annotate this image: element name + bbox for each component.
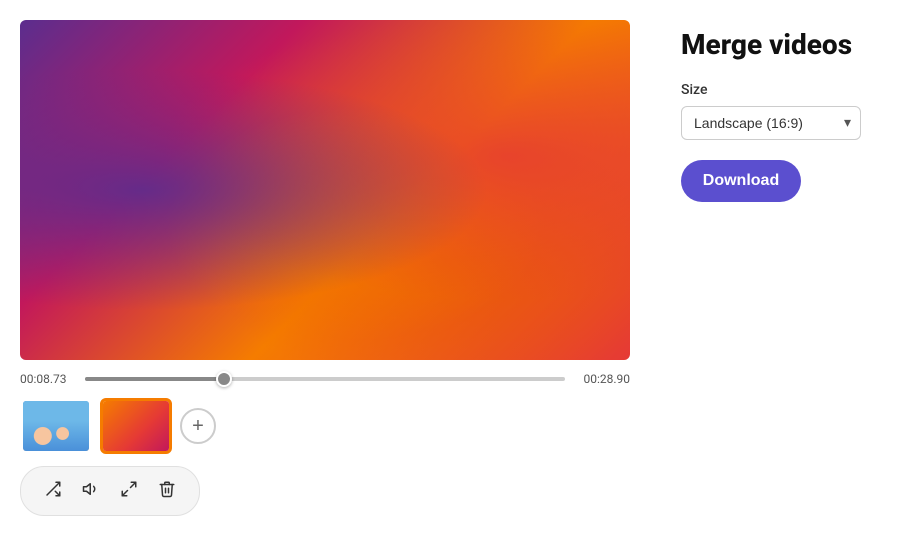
- right-panel: Merge videos Size Landscape (16:9) Portr…: [657, 0, 917, 559]
- thumbnail-2-image: [103, 401, 169, 451]
- total-time: 00:28.90: [575, 372, 630, 386]
- size-label: Size: [681, 82, 893, 98]
- thumbnails-row: +: [20, 398, 630, 454]
- add-icon: +: [192, 415, 204, 438]
- shuffle-icon: [44, 480, 62, 503]
- page-title: Merge videos: [681, 28, 893, 62]
- toolbar: [20, 466, 200, 516]
- size-section: Size Landscape (16:9) Portrait (9:16) Sq…: [681, 82, 893, 140]
- audio-icon: [82, 480, 100, 503]
- thumbnail-1-image: [23, 401, 89, 451]
- audio-button[interactable]: [75, 475, 107, 507]
- size-select-wrapper[interactable]: Landscape (16:9) Portrait (9:16) Square …: [681, 106, 861, 140]
- timeline-row: 00:08.73 00:28.90: [20, 372, 630, 386]
- size-select[interactable]: Landscape (16:9) Portrait (9:16) Square …: [681, 106, 861, 140]
- fit-icon: [120, 480, 138, 503]
- trash-icon: [158, 480, 176, 503]
- video-overlay: [20, 20, 630, 360]
- delete-button[interactable]: [151, 475, 183, 507]
- timeline-slider[interactable]: [85, 377, 565, 381]
- shuffle-button[interactable]: [37, 475, 69, 507]
- fit-button[interactable]: [113, 475, 145, 507]
- thumbnail-2[interactable]: [100, 398, 172, 454]
- timeline-thumb[interactable]: [216, 371, 232, 387]
- main-area: 00:08.73 00:28.90 +: [0, 0, 657, 559]
- thumbnail-1[interactable]: [20, 398, 92, 454]
- add-video-button[interactable]: +: [180, 408, 216, 444]
- download-button[interactable]: Download: [681, 160, 801, 202]
- current-time: 00:08.73: [20, 372, 75, 386]
- timeline-progress: [85, 377, 224, 381]
- video-preview: [20, 20, 630, 360]
